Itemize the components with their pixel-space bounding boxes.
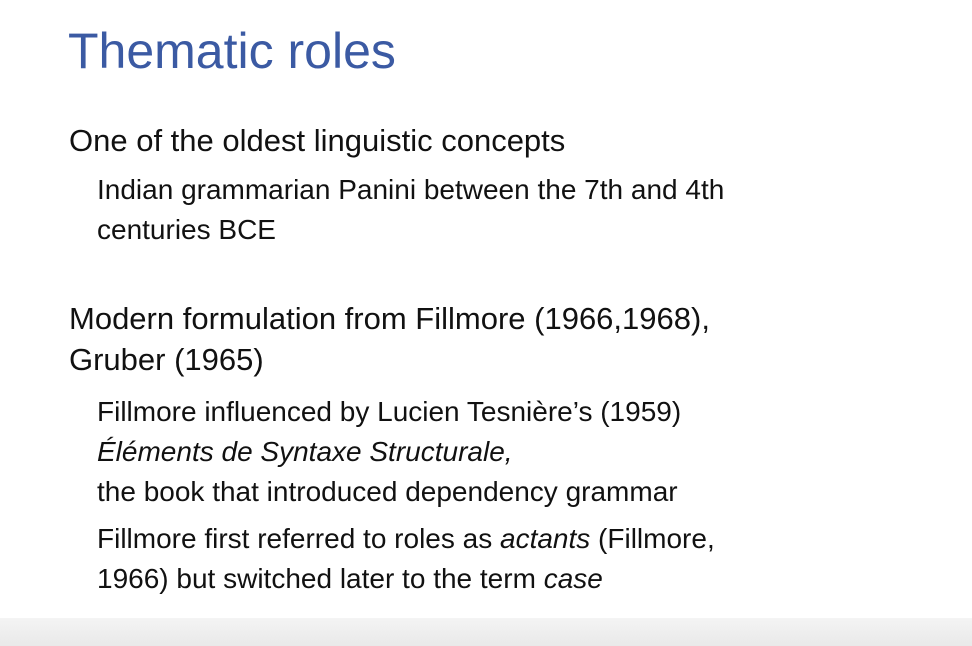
bullet-oldest-concepts: One of the oldest linguistic concepts: [69, 123, 566, 158]
slide: Thematic roles One of the oldest linguis…: [0, 0, 972, 626]
sub-bullet-tesniere-line-3: the book that introduced dependency gram…: [97, 476, 678, 507]
bullet-modern-formulation-line-1: Modern formulation from Fillmore (1966,1…: [69, 301, 710, 336]
actants-term: actants: [500, 523, 591, 554]
bullet-modern-formulation-line-2: Gruber (1965): [69, 342, 264, 377]
sub-bullet-panini-line-2: centuries BCE: [97, 214, 276, 245]
book-title: Éléments de Syntaxe Structurale,: [97, 436, 513, 467]
case-text-pre: 1966) but switched later to the term: [97, 563, 544, 594]
bottom-bar: [0, 618, 972, 646]
case-term: case: [543, 563, 603, 594]
slide-title: Thematic roles: [68, 23, 396, 79]
sub-bullet-panini-line-1: Indian grammarian Panini between the 7th…: [97, 174, 725, 205]
actants-text-pre: Fillmore first referred to roles as: [97, 523, 500, 554]
sub-bullet-tesniere-line-1: Fillmore influenced by Lucien Tesnière’s…: [97, 396, 682, 427]
actants-text-post: (Fillmore,: [590, 523, 715, 554]
sub-bullet-tesniere-line-2: Éléments de Syntaxe Structurale,: [97, 432, 513, 471]
sub-bullet-actants-line-2: 1966) but switched later to the term cas…: [97, 559, 603, 598]
sub-bullet-actants-line-1: Fillmore first referred to roles as acta…: [97, 519, 715, 558]
